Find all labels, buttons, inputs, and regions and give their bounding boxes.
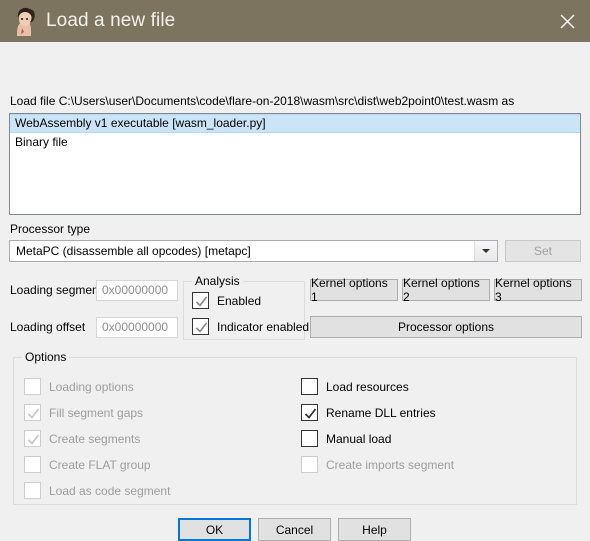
help-button[interactable]: Help	[338, 518, 411, 541]
checkbox-label: Load as code segment	[49, 483, 171, 498]
loading-segment-label: Loading segment	[10, 283, 103, 297]
loader-list[interactable]: WebAssembly v1 executable [wasm_loader.p…	[9, 113, 581, 215]
checkbox-label: Rename DLL entries	[326, 405, 436, 420]
checkbox-label: Create imports segment	[326, 457, 455, 472]
checkbox-rename-dll-entries[interactable]: Rename DLL entries	[301, 404, 436, 421]
checkbox-label: Load resources	[326, 379, 409, 394]
chevron-down-icon[interactable]	[474, 241, 497, 261]
checkbox-analysis-indicator-enabled[interactable]: Indicator enabled	[192, 318, 309, 335]
checkbox-label: Enabled	[217, 293, 262, 308]
checkbox-create-flat-group[interactable]: Create FLAT group	[24, 456, 151, 473]
checkbox-box	[192, 292, 209, 309]
checkbox-load-resources[interactable]: Load resources	[301, 378, 409, 395]
checkbox-loading-options[interactable]: Loading options	[24, 378, 134, 395]
checkbox-box	[301, 430, 318, 447]
kernel-options-2-button[interactable]: Kernel options 2	[402, 276, 490, 304]
set-button[interactable]: Set	[505, 240, 581, 262]
checkbox-box	[24, 430, 41, 447]
kernel-options-1-button[interactable]: Kernel options 1	[310, 276, 398, 304]
checkbox-create-imports-segment[interactable]: Create imports segment	[301, 456, 454, 473]
processor-type-value: MetaPC (disassemble all opcodes) [metapc…	[16, 244, 251, 258]
ida-portrait-icon	[10, 6, 38, 36]
loading-segment-input[interactable]: 0x00000000	[96, 280, 178, 301]
processor-type-label: Processor type	[10, 222, 91, 236]
checkbox-box	[24, 404, 41, 421]
checkbox-box	[301, 404, 318, 421]
cancel-button[interactable]: Cancel	[258, 518, 331, 541]
processor-type-select[interactable]: MetaPC (disassemble all opcodes) [metapc…	[9, 240, 498, 262]
analysis-group-label: Analysis	[192, 274, 243, 288]
checkbox-create-segments[interactable]: Create segments	[24, 430, 140, 447]
checkbox-label: Manual load	[326, 431, 392, 446]
kernel-options-3-button[interactable]: Kernel options 3	[494, 276, 582, 304]
checkbox-label: Create FLAT group	[49, 457, 151, 472]
checkbox-label: Loading options	[49, 379, 134, 394]
checkbox-box	[192, 318, 209, 335]
checkbox-box	[24, 378, 41, 395]
checkbox-fill-segment-gaps[interactable]: Fill segment gaps	[24, 404, 143, 421]
checkbox-label: Create segments	[49, 431, 141, 446]
checkbox-box	[301, 456, 318, 473]
options-group-label: Options	[22, 350, 70, 364]
checkbox-analysis-enabled[interactable]: Enabled	[192, 292, 261, 309]
title-bar: Load a new file	[0, 0, 590, 42]
checkbox-label: Indicator enabled	[217, 319, 310, 334]
ok-button[interactable]: OK	[178, 518, 251, 541]
list-item[interactable]: Binary file	[10, 133, 580, 152]
checkbox-box	[24, 456, 41, 473]
loading-offset-input[interactable]: 0x00000000	[96, 317, 178, 338]
checkbox-manual-load[interactable]: Manual load	[301, 430, 391, 447]
checkbox-box	[24, 482, 41, 499]
close-icon[interactable]	[544, 0, 590, 42]
checkbox-load-as-code-segment[interactable]: Load as code segment	[24, 482, 170, 499]
processor-options-button[interactable]: Processor options	[310, 316, 582, 338]
window-title: Load a new file	[46, 10, 176, 31]
loading-offset-label: Loading offset	[10, 320, 86, 334]
checkbox-box	[301, 378, 318, 395]
load-file-label: Load file C:\Users\user\Documents\code\f…	[10, 94, 515, 108]
list-item[interactable]: WebAssembly v1 executable [wasm_loader.p…	[10, 114, 580, 133]
checkbox-label: Fill segment gaps	[49, 405, 144, 420]
